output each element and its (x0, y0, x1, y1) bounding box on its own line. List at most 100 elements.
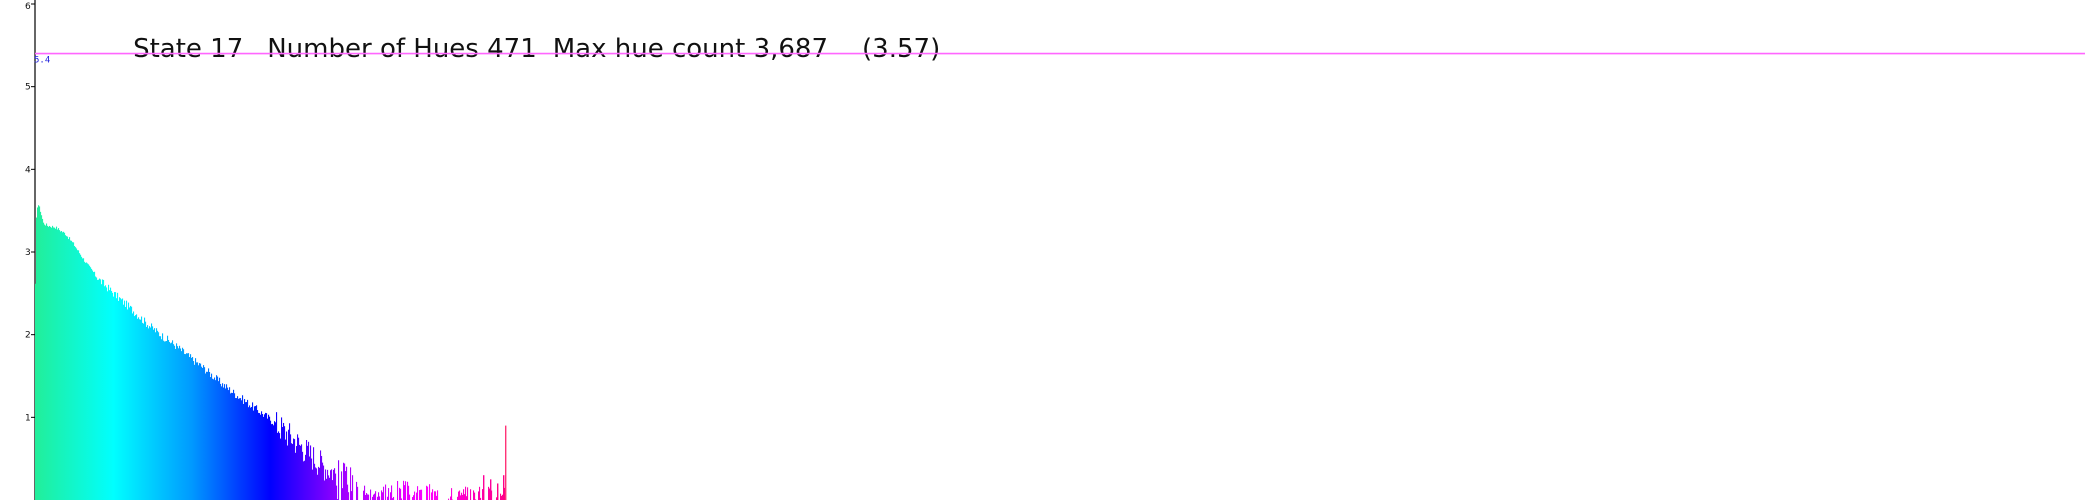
histogram-bar (119, 297, 121, 500)
histogram-bar (202, 367, 204, 500)
histogram-bar (37, 207, 39, 500)
histogram-bar (314, 463, 316, 500)
histogram-bar (172, 340, 174, 500)
histogram-bar (234, 393, 236, 500)
histogram-bar (403, 480, 405, 500)
histogram-bar (261, 411, 263, 500)
histogram-bar (126, 300, 128, 500)
histogram-bar (130, 305, 132, 500)
histogram-bar (116, 298, 118, 500)
histogram-bar (306, 440, 308, 500)
histogram-bar (265, 412, 267, 500)
histogram-bar (225, 388, 227, 500)
histogram-bar (501, 495, 503, 500)
histogram-bar (458, 491, 460, 500)
histogram-bar (357, 486, 359, 500)
histogram-bar (132, 313, 134, 500)
histogram-bar (297, 434, 299, 500)
histogram-bar (319, 467, 321, 500)
histogram-bar (154, 328, 156, 500)
histogram-bar (253, 410, 255, 500)
histogram-bar (186, 353, 188, 500)
histogram-bar (171, 342, 173, 500)
histogram-bar (157, 330, 159, 500)
histogram-bar (168, 339, 170, 500)
histogram-bar (204, 367, 206, 500)
histogram-bar (382, 492, 384, 500)
histogram-bar (272, 423, 274, 500)
histogram-bar (149, 326, 151, 500)
histogram-bar (246, 402, 248, 500)
histogram-bar (279, 433, 281, 500)
histogram-bar (330, 470, 332, 500)
histogram-bar (334, 468, 336, 500)
histogram-bar (117, 292, 119, 500)
histogram-bar (72, 242, 74, 500)
histogram-bar (83, 258, 85, 500)
histogram-bar (308, 441, 310, 500)
histogram-bar (399, 487, 401, 500)
histogram-bar (285, 439, 287, 500)
histogram-bar (131, 306, 133, 500)
histogram-bar (118, 300, 120, 500)
histogram-bar (163, 340, 165, 500)
histogram-bar (320, 450, 322, 500)
y-tick-label-3: 3 (25, 248, 31, 258)
histogram-bar (44, 224, 46, 500)
histogram-bar (243, 403, 245, 500)
histogram-bar-highlight (503, 475, 505, 500)
histogram-bar (188, 353, 190, 500)
histogram-bar (214, 377, 216, 500)
histogram-bar (257, 410, 259, 500)
histogram-bar (212, 378, 214, 500)
histogram-bar (405, 481, 407, 500)
histogram-bar (345, 471, 347, 500)
histogram-bar (356, 481, 358, 500)
histogram-bar (92, 270, 94, 500)
histogram-bar (267, 418, 269, 500)
histogram-bar (294, 439, 296, 500)
y-tick-label-1: 1 (25, 413, 31, 423)
histogram-bar (470, 489, 472, 500)
histogram-bar (256, 405, 258, 500)
histogram-bar (298, 437, 300, 500)
reference-line-group: 5.4 (34, 52, 2085, 66)
histogram-bar (473, 490, 475, 500)
histogram-bar-highlight (497, 483, 499, 500)
histogram-bar (190, 354, 192, 500)
histogram-bar (198, 365, 200, 500)
histogram-bar (101, 284, 103, 500)
histogram-bar (197, 362, 199, 500)
histogram-bar (429, 484, 431, 500)
histogram-bar (489, 488, 491, 500)
histogram-bar (300, 445, 302, 500)
histogram-bar (249, 405, 251, 500)
histogram-bar (105, 285, 107, 500)
histogram-bar (291, 443, 293, 500)
histogram-bar (85, 262, 87, 500)
histogram-bar (331, 469, 333, 500)
histogram-bar (350, 467, 352, 500)
histogram-bar (64, 232, 66, 500)
histogram-bar (146, 326, 148, 500)
histogram-bar (47, 225, 49, 500)
histogram-bar (407, 481, 409, 500)
histogram-bar (48, 226, 50, 500)
histogram-bar (479, 486, 481, 500)
histogram-bar (143, 323, 145, 500)
histogram-bar (400, 488, 402, 500)
histogram-bar (91, 268, 93, 500)
histogram-page: State 17 Number of Hues 471 Max hue count … (0, 0, 2085, 500)
histogram-bar (431, 492, 433, 500)
histogram-bar (305, 454, 307, 500)
histogram-bar (196, 362, 198, 500)
histogram-bar (373, 494, 375, 500)
histogram-bar (295, 452, 297, 500)
histogram-bar (302, 451, 304, 500)
histogram-bar (113, 296, 115, 500)
histogram-bar (226, 384, 228, 500)
histogram-bar (97, 279, 99, 500)
histogram-bar (53, 227, 55, 500)
histogram-bar (107, 291, 109, 500)
histogram-bar (112, 292, 114, 500)
